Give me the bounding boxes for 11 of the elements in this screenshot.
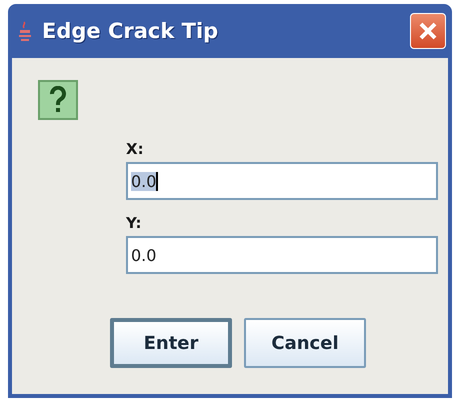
close-icon (418, 21, 438, 41)
window-title: Edge Crack Tip (42, 19, 220, 43)
field-label: X: (126, 140, 145, 158)
cancel-button[interactable]: Cancel (244, 318, 366, 368)
field-label: Y: (126, 214, 143, 232)
close-button[interactable] (410, 13, 446, 49)
cup-icon (18, 20, 32, 42)
question-icon (38, 80, 78, 120)
enter-button[interactable]: Enter (110, 318, 232, 368)
text-field[interactable]: 0.0 (126, 236, 438, 274)
text-field[interactable]: 0.0 (126, 162, 438, 200)
